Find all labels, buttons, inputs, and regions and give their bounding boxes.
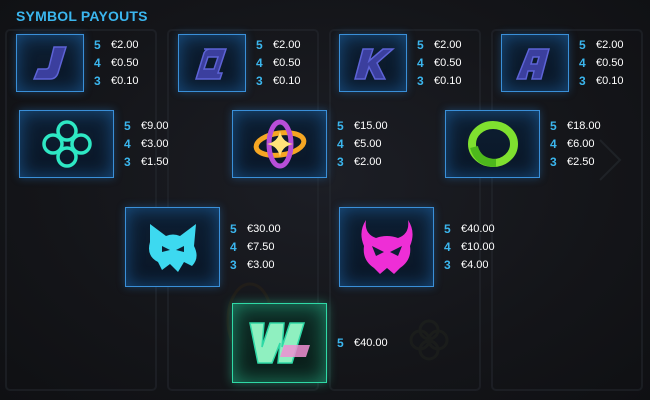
tile-q bbox=[178, 34, 246, 92]
pay-row: 3 €2.00 bbox=[337, 155, 382, 169]
pay-row: 3 €4.00 bbox=[444, 258, 489, 272]
paytable-j: 5 €2.00 4 €0.50 3 €0.10 bbox=[94, 38, 139, 88]
paytable-q: 5 €2.00 4 €0.50 3 €0.10 bbox=[256, 38, 301, 88]
symbol-entry-ring: 5 €18.00 4 €6.00 3 €2.50 bbox=[445, 110, 601, 178]
pay-row: 4 €3.00 bbox=[124, 137, 169, 151]
tile-cat bbox=[125, 207, 220, 287]
pay-row: 5 €2.00 bbox=[579, 38, 624, 52]
pay-row: 3 €0.10 bbox=[94, 74, 139, 88]
letter-j-icon bbox=[32, 46, 68, 80]
pay-row: 5 €2.00 bbox=[256, 38, 301, 52]
pay-row: 3 €2.50 bbox=[550, 155, 595, 169]
pay-row: 5 €2.00 bbox=[94, 38, 139, 52]
letter-q-icon bbox=[194, 48, 228, 80]
symbol-entry-cat: 5 €30.00 4 €7.50 3 €3.00 bbox=[125, 207, 281, 287]
pay-row: 3 €3.00 bbox=[230, 258, 275, 272]
paytable-cat: 5 €30.00 4 €7.50 3 €3.00 bbox=[230, 222, 281, 272]
pay-row: 5 €2.00 bbox=[417, 38, 462, 52]
pay-row: 4 €0.50 bbox=[417, 56, 462, 70]
pay-row: 4 €0.50 bbox=[579, 56, 624, 70]
green-ring-icon bbox=[467, 121, 518, 167]
devil-head-icon bbox=[360, 220, 413, 274]
pay-row: 4 €10.00 bbox=[444, 240, 495, 254]
letter-k-icon bbox=[354, 48, 395, 80]
tile-j bbox=[16, 34, 84, 92]
pay-row: 4 €7.50 bbox=[230, 240, 275, 254]
pay-row: 4 €0.50 bbox=[256, 56, 301, 70]
symbol-entry-k: 5 €2.00 4 €0.50 3 €0.10 bbox=[339, 34, 462, 92]
letter-a-icon bbox=[515, 48, 550, 80]
pay-row: 3 €0.10 bbox=[579, 74, 624, 88]
symbol-entry-a: 5 €2.00 4 €0.50 3 €0.10 bbox=[501, 34, 624, 92]
pay-row: 5 €40.00 bbox=[444, 222, 495, 236]
tile-a bbox=[501, 34, 569, 92]
symbol-entry-star: 5 €15.00 4 €5.00 3 €2.00 bbox=[232, 110, 388, 178]
orbit-star-icon bbox=[253, 119, 306, 169]
four-rings-icon bbox=[41, 120, 92, 168]
tile-devil bbox=[339, 207, 434, 287]
pay-row: 4 €0.50 bbox=[94, 56, 139, 70]
pay-row: 3 €0.10 bbox=[256, 74, 301, 88]
pay-row: 5 €9.00 bbox=[124, 119, 169, 133]
paytable-wild: 5 €40.00 bbox=[337, 336, 388, 350]
tile-k bbox=[339, 34, 407, 92]
pay-row: 5 €15.00 bbox=[337, 119, 388, 133]
symbol-entry-j: 5 €2.00 4 €0.50 3 €0.10 bbox=[16, 34, 139, 92]
paytable-k: 5 €2.00 4 €0.50 3 €0.10 bbox=[417, 38, 462, 88]
symbol-payouts-title: SYMBOL PAYOUTS bbox=[16, 8, 148, 24]
tile-wild bbox=[232, 303, 327, 383]
symbol-entry-q: 5 €2.00 4 €0.50 3 €0.10 bbox=[178, 34, 301, 92]
pay-row: 3 €1.50 bbox=[124, 155, 169, 169]
paytable-devil: 5 €40.00 4 €10.00 3 €4.00 bbox=[444, 222, 495, 272]
paytable-star: 5 €15.00 4 €5.00 3 €2.00 bbox=[337, 119, 388, 169]
pay-row: 4 €5.00 bbox=[337, 137, 382, 151]
cat-head-icon bbox=[148, 224, 197, 272]
tile-rings bbox=[19, 110, 114, 178]
symbol-entry-rings: 5 €9.00 4 €3.00 3 €1.50 bbox=[19, 110, 169, 178]
pay-row: 5 €30.00 bbox=[230, 222, 281, 236]
tile-ring bbox=[445, 110, 540, 178]
tile-star bbox=[232, 110, 327, 178]
symbol-entry-devil: 5 €40.00 4 €10.00 3 €4.00 bbox=[339, 207, 495, 287]
pay-row: 3 €0.10 bbox=[417, 74, 462, 88]
pay-row: 5 €40.00 bbox=[337, 336, 388, 350]
wild-w-icon bbox=[248, 322, 310, 364]
paytable-rings: 5 €9.00 4 €3.00 3 €1.50 bbox=[124, 119, 169, 169]
pay-row: 4 €6.00 bbox=[550, 137, 595, 151]
paytable-ring: 5 €18.00 4 €6.00 3 €2.50 bbox=[550, 119, 601, 169]
symbol-entry-wild: 5 €40.00 bbox=[232, 303, 388, 383]
pay-row: 5 €18.00 bbox=[550, 119, 601, 133]
paytable-a: 5 €2.00 4 €0.50 3 €0.10 bbox=[579, 38, 624, 88]
